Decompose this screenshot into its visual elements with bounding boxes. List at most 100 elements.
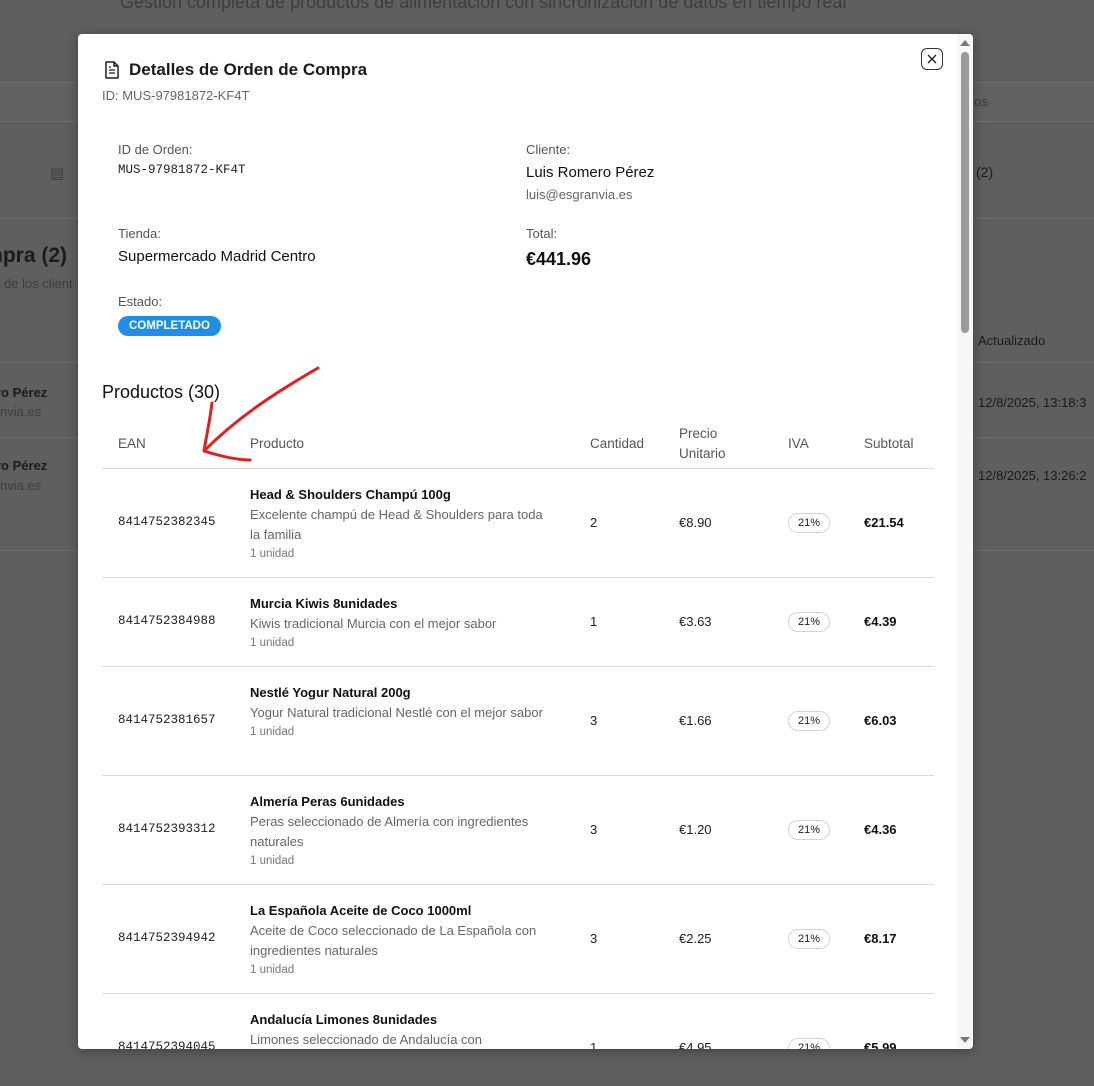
product-cell: La Española Aceite de Coco 1000ml Aceite… bbox=[250, 901, 550, 979]
product-name: Almería Peras 6unidades bbox=[250, 794, 405, 809]
price-cell: €2.25 bbox=[679, 931, 712, 946]
scroll-up-arrow[interactable] bbox=[960, 40, 970, 46]
table-row[interactable]: 8414752382345 Head & Shoulders Champú 10… bbox=[102, 469, 934, 578]
table-row[interactable]: 8414752393312 Almería Peras 6unidades Pe… bbox=[102, 776, 934, 885]
total-label: Total: bbox=[526, 226, 558, 241]
ean-cell: 8414752381657 bbox=[118, 713, 216, 727]
product-cell: Almería Peras 6unidades Peras selecciona… bbox=[250, 792, 550, 870]
order-id-label: ID de Orden: bbox=[118, 142, 193, 157]
iva-badge: 21% bbox=[788, 711, 830, 731]
section-subtitle: de los client bbox=[4, 276, 73, 291]
product-name: La Española Aceite de Coco 1000ml bbox=[250, 903, 472, 918]
ean-cell: 8414752394045 bbox=[118, 1040, 216, 1049]
product-description: Aceite de Coco seleccionado de La Españo… bbox=[250, 923, 537, 958]
bg-row-date: 12/8/2025, 13:26:2 bbox=[978, 468, 1087, 483]
ean-cell: 8414752393312 bbox=[118, 822, 216, 836]
column-updated: Actualizado bbox=[978, 333, 1046, 348]
product-cell: Andalucía Limones 8unidades Limones sele… bbox=[250, 1010, 550, 1049]
close-button[interactable] bbox=[921, 48, 943, 70]
price-cell: €1.20 bbox=[679, 822, 712, 837]
table-row[interactable]: 8414752394045 Andalucía Limones 8unidade… bbox=[102, 994, 934, 1049]
column-product: Producto bbox=[250, 436, 305, 451]
bg-row-name: ro Pérez bbox=[0, 385, 48, 400]
subtotal-cell: €5.99 bbox=[864, 1040, 897, 1049]
table-row[interactable]: 8414752394942 La Española Aceite de Coco… bbox=[102, 885, 934, 994]
quantity-cell: 1 bbox=[590, 1040, 598, 1049]
customer-email: luis@esgranvia.es bbox=[526, 187, 633, 202]
order-id-value: MUS-97981872-KF4T bbox=[118, 163, 246, 177]
product-description: Yogur Natural tradicional Nestlé con el … bbox=[250, 705, 543, 720]
quantity-cell: 3 bbox=[590, 931, 598, 946]
product-unit: 1 unidad bbox=[250, 548, 295, 560]
column-ean: EAN bbox=[118, 436, 146, 451]
scroll-down-arrow[interactable] bbox=[960, 1037, 970, 1043]
price-cell: €1.66 bbox=[679, 713, 712, 728]
subtotal-cell: €4.36 bbox=[864, 822, 897, 837]
iva-badge: 21% bbox=[788, 929, 830, 949]
modal-scrollbar[interactable] bbox=[957, 34, 973, 1049]
column-quantity: Cantidad bbox=[590, 436, 645, 451]
product-unit: 1 unidad bbox=[250, 726, 295, 738]
quantity-cell: 2 bbox=[590, 515, 598, 530]
store-value: Supermercado Madrid Centro bbox=[118, 248, 316, 265]
total-value: €441.96 bbox=[526, 249, 592, 269]
product-description: Kiwis tradicional Murcia con el mejor sa… bbox=[250, 616, 497, 631]
product-cell: Nestlé Yogur Natural 200g Yogur Natural … bbox=[250, 683, 550, 741]
price-cell: €4.95 bbox=[679, 1040, 712, 1049]
customer-name: Luis Romero Pérez bbox=[526, 164, 655, 181]
section-heading: npra (2) bbox=[0, 244, 68, 267]
subtotal-cell: €6.03 bbox=[864, 713, 897, 728]
column-iva: IVA bbox=[788, 436, 809, 451]
iva-badge: 21% bbox=[788, 513, 830, 533]
subtotal-cell: €21.54 bbox=[864, 515, 904, 530]
document-icon bbox=[105, 61, 119, 79]
iva-badge: 21% bbox=[788, 820, 830, 840]
ean-cell: 8414752382345 bbox=[118, 515, 216, 529]
table-row[interactable]: 8414752381657 Nestlé Yogur Natural 200g … bbox=[102, 667, 934, 776]
product-cell: Head & Shoulders Champú 100g Excelente c… bbox=[250, 485, 550, 563]
customer-label: Cliente: bbox=[526, 142, 571, 157]
bg-row-email: nvia.es bbox=[0, 404, 42, 419]
table-row[interactable]: 8414752384988 Murcia Kiwis 8unidades Kiw… bbox=[102, 578, 934, 667]
status-badge: COMPLETADO bbox=[118, 316, 221, 336]
product-name: Murcia Kiwis 8unidades bbox=[250, 596, 398, 611]
status-label: Estado: bbox=[118, 294, 163, 309]
quantity-cell: 3 bbox=[590, 713, 598, 728]
quantity-cell: 1 bbox=[590, 614, 598, 629]
counter-badge: (2) bbox=[976, 164, 994, 180]
product-name: Head & Shoulders Champú 100g bbox=[250, 487, 451, 502]
products-table: EAN Producto Cantidad Precio Unitario IV… bbox=[102, 420, 934, 1049]
scroll-thumb[interactable] bbox=[961, 52, 969, 333]
product-unit: 1 unidad bbox=[250, 964, 295, 976]
product-description: Peras seleccionado de Almería con ingred… bbox=[250, 814, 529, 849]
product-unit: 1 unidad bbox=[250, 637, 295, 649]
column-subtotal: Subtotal bbox=[864, 436, 914, 451]
product-unit: 1 unidad bbox=[250, 855, 295, 867]
page-subtitle: Gestión completa de productos de aliment… bbox=[120, 0, 847, 12]
column-unit-price-line1: Precio bbox=[679, 426, 718, 441]
price-cell: €3.63 bbox=[679, 614, 712, 629]
product-cell: Murcia Kiwis 8unidades Kiwis tradicional… bbox=[250, 594, 550, 652]
close-icon bbox=[927, 54, 937, 64]
quantity-cell: 3 bbox=[590, 822, 598, 837]
product-name: Andalucía Limones 8unidades bbox=[250, 1012, 438, 1027]
price-cell: €8.90 bbox=[679, 515, 712, 530]
bg-row-name: ro Pérez bbox=[0, 458, 48, 473]
products-title: Productos (30) bbox=[102, 382, 221, 402]
column-unit-price-line2: Unitario bbox=[679, 446, 726, 461]
iva-badge: 21% bbox=[788, 1038, 830, 1049]
modal-subtitle: ID: MUS-97981872-KF4T bbox=[102, 88, 250, 103]
iva-badge: 21% bbox=[788, 612, 830, 632]
product-description: Excelente champú de Head & Shoulders par… bbox=[250, 507, 543, 542]
bg-row-email: nvia.es bbox=[0, 478, 42, 493]
column-unit-price: Precio Unitario bbox=[679, 424, 726, 464]
subtotal-cell: €8.17 bbox=[864, 931, 897, 946]
cart-icon: ▤ bbox=[50, 165, 65, 182]
ean-cell: 8414752384988 bbox=[118, 614, 216, 628]
store-label: Tienda: bbox=[118, 226, 161, 241]
table-header: EAN Producto Cantidad Precio Unitario IV… bbox=[102, 420, 934, 469]
bg-row-date: 12/8/2025, 13:18:3 bbox=[978, 395, 1087, 410]
product-description: Limones seleccionado de Andalucía con bbox=[250, 1032, 482, 1047]
order-details-modal: Detalles de Orden de Compra ID: MUS-9798… bbox=[78, 34, 973, 1049]
tab-fragment[interactable]: os bbox=[974, 94, 988, 109]
